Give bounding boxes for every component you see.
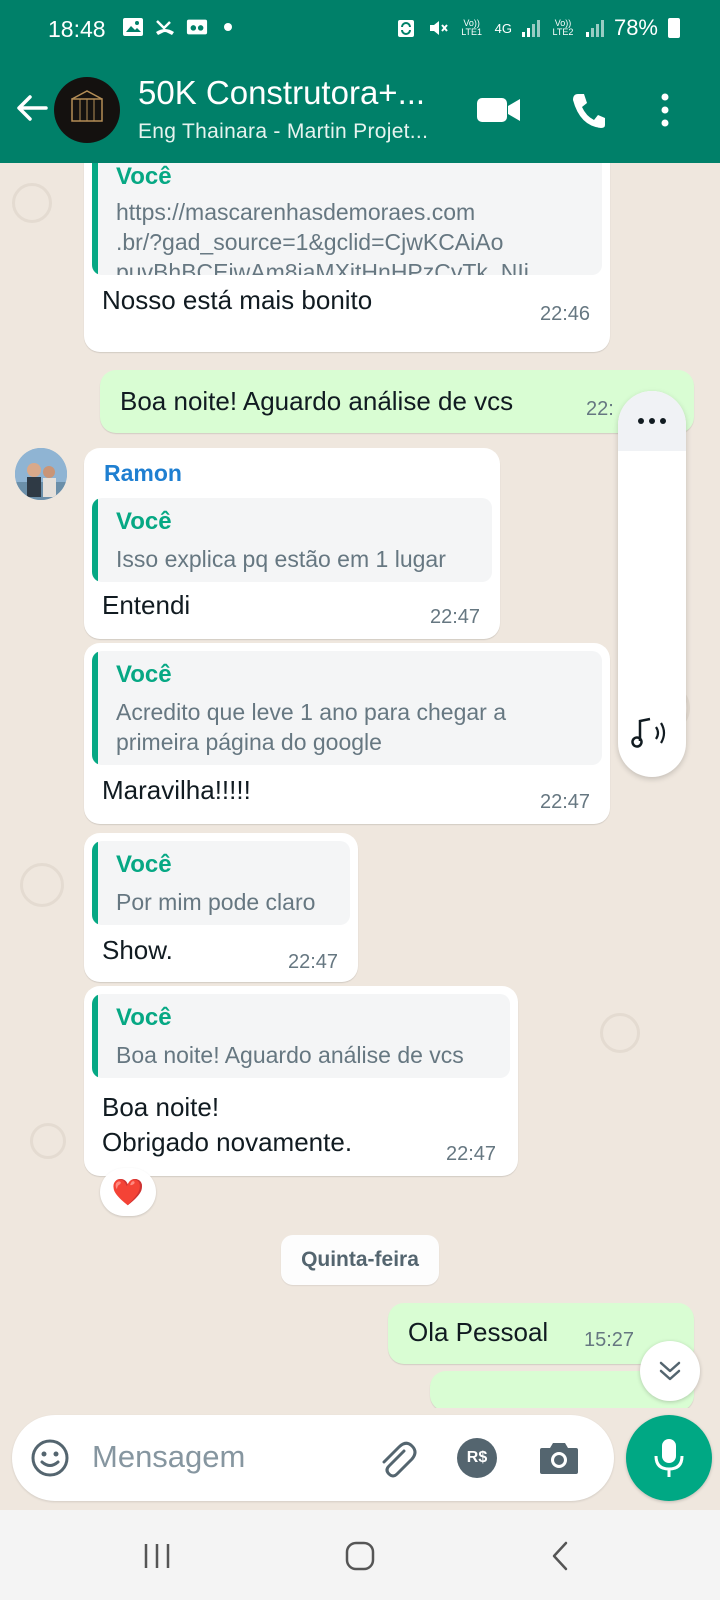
sender-avatar[interactable] bbox=[15, 448, 67, 500]
attach-icon[interactable] bbox=[374, 1437, 418, 1481]
message-bubble-incoming[interactable]: Ramon Você Isso explica pq estão em 1 lu… bbox=[84, 448, 500, 639]
sync-icon bbox=[397, 20, 414, 37]
message-time: 22:47 bbox=[540, 791, 591, 813]
quote-author: Você bbox=[116, 163, 172, 190]
quote-author: Você bbox=[116, 851, 172, 878]
voice-message-button[interactable] bbox=[626, 1415, 712, 1501]
message-composer[interactable]: Mensagem R$ bbox=[12, 1415, 614, 1501]
heart-reaction-icon: ❤️ bbox=[111, 1176, 145, 1207]
message-text: Nosso está mais bonito bbox=[102, 285, 373, 315]
quoted-message[interactable]: Você Isso explica pq estão em 1 lugar bbox=[92, 498, 492, 582]
gallery-icon bbox=[123, 18, 143, 36]
message-bubble-incoming[interactable]: Você https://mascarenhasdemoraes.com .br… bbox=[84, 163, 610, 352]
quoted-message[interactable]: Você https://mascarenhasdemoraes.com .br… bbox=[92, 163, 602, 275]
chat-title[interactable]: 50K Construtora+... bbox=[138, 74, 428, 112]
quote-text-line: primeira página do google bbox=[116, 729, 382, 755]
quoted-message[interactable]: Você Acredito que leve 1 ano para chegar… bbox=[92, 651, 602, 765]
quote-author: Você bbox=[116, 508, 172, 535]
message-input[interactable]: Mensagem bbox=[92, 1439, 245, 1475]
message-text-line: Boa noite! bbox=[102, 1092, 220, 1122]
chat-area[interactable]: Você https://mascarenhasdemoraes.com .br… bbox=[0, 163, 720, 1408]
more-options-icon[interactable] bbox=[658, 90, 672, 130]
message-time: 15:27 bbox=[584, 1329, 635, 1351]
sender-name: Ramon bbox=[104, 460, 182, 486]
signal-2-icon bbox=[585, 19, 604, 37]
wallpaper-doodle bbox=[600, 1013, 640, 1053]
network-type: 4G bbox=[494, 20, 512, 36]
battery-icon bbox=[668, 18, 680, 38]
group-avatar[interactable] bbox=[54, 77, 120, 143]
status-bar: 18:48 Vo)) LTE1 4G Vo)) LTE2 78% bbox=[0, 0, 720, 60]
payment-icon[interactable]: R$ bbox=[457, 1438, 497, 1478]
date-divider: Quinta-feira bbox=[281, 1235, 439, 1285]
message-bubble-incoming[interactable]: Você Por mim pode claro Show. 22:47 bbox=[84, 833, 358, 982]
message-text: Maravilha!!!!! bbox=[102, 775, 251, 805]
chat-subtitle[interactable]: Eng Thainara - Martin Projet... bbox=[138, 120, 458, 144]
home-icon[interactable] bbox=[344, 1540, 376, 1572]
message-time: 22:47 bbox=[430, 606, 481, 628]
message-text: Entendi bbox=[102, 590, 191, 620]
quote-text-line: Acredito que leve 1 ano para chegar a bbox=[116, 699, 506, 725]
recent-apps-icon[interactable] bbox=[142, 1542, 172, 1570]
battery-percent: 78% bbox=[613, 15, 658, 40]
quote-text-line: puvBhBCEiwAm8jaMXitHnHPzCyTk_NIi... bbox=[116, 259, 549, 275]
voice-call-icon[interactable] bbox=[570, 90, 606, 130]
message-bubble-incoming[interactable]: Você Acredito que leve 1 ano para chegar… bbox=[84, 643, 610, 824]
quote-text-line: Boa noite! Aguardo análise de vcs bbox=[116, 1042, 464, 1068]
system-nav-bar bbox=[0, 1510, 720, 1600]
quoted-message[interactable]: Você Boa noite! Aguardo análise de vcs bbox=[92, 994, 510, 1078]
quote-text-line: Isso explica pq estão em 1 lugar bbox=[116, 546, 446, 572]
camera-icon[interactable] bbox=[538, 1438, 580, 1478]
message-time: 22:47 bbox=[288, 951, 339, 973]
missed-call-icon bbox=[156, 20, 174, 35]
wallpaper-doodle bbox=[20, 863, 64, 907]
floating-audio-panel[interactable] bbox=[618, 391, 686, 777]
construction-logo-icon bbox=[71, 90, 103, 122]
voicemail-icon bbox=[186, 19, 208, 35]
signal-1-icon bbox=[521, 19, 540, 37]
message-bubble-outgoing[interactable]: Boa noite! Aguardo análise de vcs 22: bbox=[100, 370, 694, 433]
message-time: 22:46 bbox=[540, 303, 591, 325]
wallpaper-doodle bbox=[12, 183, 52, 223]
quoted-message[interactable]: Você Por mim pode claro bbox=[92, 841, 350, 925]
message-text: Show. bbox=[102, 935, 173, 965]
quote-author: Você bbox=[116, 661, 172, 688]
message-reaction[interactable]: ❤️ bbox=[100, 1168, 156, 1216]
mute-icon bbox=[429, 21, 448, 35]
chat-header: 50K Construtora+... Eng Thainara - Marti… bbox=[0, 60, 720, 163]
video-call-icon[interactable] bbox=[476, 90, 522, 130]
message-text-line: Obrigado novamente. bbox=[102, 1127, 353, 1157]
microphone-icon bbox=[654, 1439, 684, 1477]
message-text: Ola Pessoal bbox=[408, 1317, 549, 1347]
more-dots-icon[interactable] bbox=[618, 391, 686, 451]
audio-note-icon[interactable] bbox=[630, 713, 674, 753]
message-bubble-incoming[interactable]: Você Boa noite! Aguardo análise de vcs B… bbox=[84, 986, 518, 1176]
system-back-icon[interactable] bbox=[550, 1540, 570, 1572]
message-time: 22:47 bbox=[446, 1143, 497, 1165]
wallpaper-doodle bbox=[30, 1123, 66, 1159]
volte-2-label: Vo)) LTE2 bbox=[552, 18, 574, 37]
quote-text-line: Por mim pode claro bbox=[116, 889, 316, 915]
emoji-icon[interactable] bbox=[30, 1438, 70, 1478]
notification-dot bbox=[224, 23, 232, 31]
message-time: 22: bbox=[586, 398, 614, 420]
quote-text-line: https://mascarenhasdemoraes.com bbox=[116, 199, 476, 225]
scroll-to-bottom-button[interactable] bbox=[640, 1341, 700, 1401]
quote-text-line: .br/?gad_source=1&gclid=CjwKCAiAo bbox=[116, 229, 504, 255]
status-time: 18:48 bbox=[48, 16, 106, 42]
back-arrow-icon[interactable] bbox=[12, 88, 52, 128]
double-chevron-down-icon bbox=[659, 1361, 681, 1381]
quote-author: Você bbox=[116, 1004, 172, 1031]
volte-1-label: Vo)) LTE1 bbox=[461, 18, 483, 37]
message-text: Boa noite! Aguardo análise de vcs bbox=[120, 386, 514, 416]
